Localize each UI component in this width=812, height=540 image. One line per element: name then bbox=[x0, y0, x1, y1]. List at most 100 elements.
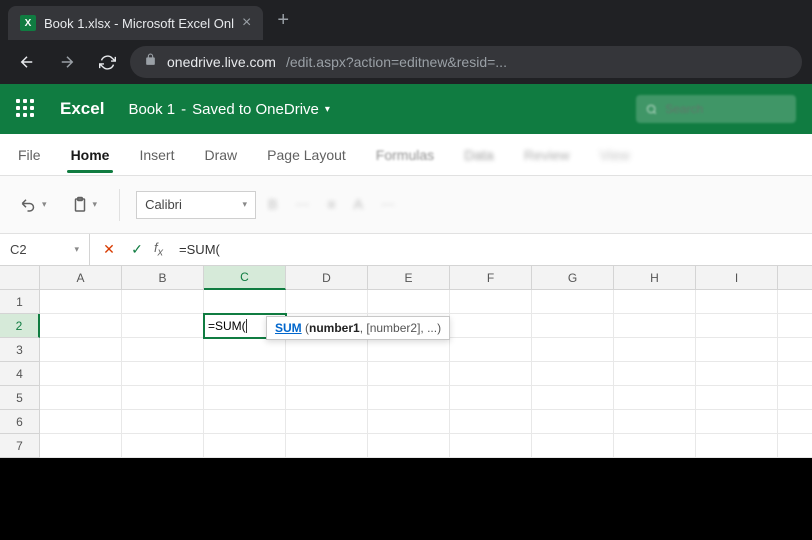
column-header[interactable]: D bbox=[286, 266, 368, 290]
row-header[interactable]: 5 bbox=[0, 386, 40, 410]
cell[interactable] bbox=[450, 314, 532, 338]
cell[interactable] bbox=[40, 290, 122, 314]
formula-input[interactable] bbox=[175, 242, 812, 257]
cell[interactable] bbox=[450, 386, 532, 410]
cell[interactable] bbox=[614, 434, 696, 458]
column-header[interactable]: E bbox=[368, 266, 450, 290]
cell[interactable] bbox=[614, 386, 696, 410]
cell[interactable] bbox=[778, 290, 812, 314]
column-header[interactable]: F bbox=[450, 266, 532, 290]
cell[interactable] bbox=[286, 386, 368, 410]
search-box[interactable] bbox=[636, 95, 796, 123]
cell[interactable] bbox=[368, 410, 450, 434]
cell[interactable] bbox=[696, 314, 778, 338]
row-header[interactable]: 3 bbox=[0, 338, 40, 362]
cell[interactable] bbox=[122, 410, 204, 434]
column-header[interactable]: A bbox=[40, 266, 122, 290]
tab-page-layout[interactable]: Page Layout bbox=[261, 137, 352, 173]
document-title[interactable]: Book 1 - Saved to OneDrive ▾ bbox=[128, 101, 329, 118]
cell[interactable] bbox=[40, 386, 122, 410]
tab-file[interactable]: File bbox=[12, 137, 47, 173]
tab-data[interactable]: Data bbox=[458, 137, 500, 173]
row-header[interactable]: 2 bbox=[0, 314, 40, 338]
cell[interactable] bbox=[122, 434, 204, 458]
column-header[interactable]: G bbox=[532, 266, 614, 290]
name-box[interactable]: C2 ▾ bbox=[0, 234, 90, 265]
browser-tab[interactable]: X Book 1.xlsx - Microsoft Excel Onl × bbox=[8, 6, 263, 40]
column-header[interactable]: H bbox=[614, 266, 696, 290]
reload-button[interactable] bbox=[90, 45, 124, 79]
tooltip-fn-link[interactable]: SUM bbox=[275, 321, 302, 335]
cell[interactable] bbox=[614, 362, 696, 386]
search-input[interactable] bbox=[665, 102, 786, 116]
column-header[interactable]: C bbox=[204, 266, 286, 290]
cell[interactable] bbox=[122, 386, 204, 410]
cell[interactable] bbox=[450, 362, 532, 386]
cell[interactable] bbox=[40, 410, 122, 434]
row-header[interactable]: 7 bbox=[0, 434, 40, 458]
cell[interactable] bbox=[778, 434, 812, 458]
url-box[interactable]: onedrive.live.com /edit.aspx?action=edit… bbox=[130, 46, 802, 78]
cell[interactable] bbox=[204, 434, 286, 458]
cell[interactable] bbox=[778, 362, 812, 386]
cell[interactable] bbox=[368, 290, 450, 314]
cell[interactable] bbox=[368, 362, 450, 386]
cell[interactable] bbox=[204, 410, 286, 434]
cell[interactable] bbox=[532, 290, 614, 314]
column-header[interactable]: J bbox=[778, 266, 812, 290]
cell[interactable] bbox=[778, 386, 812, 410]
cancel-formula-button[interactable]: ✕ bbox=[96, 237, 122, 263]
cell[interactable] bbox=[532, 386, 614, 410]
cell[interactable] bbox=[532, 434, 614, 458]
cell[interactable] bbox=[286, 362, 368, 386]
cell[interactable] bbox=[368, 338, 450, 362]
cell[interactable] bbox=[778, 338, 812, 362]
cell[interactable] bbox=[368, 386, 450, 410]
cell[interactable] bbox=[614, 290, 696, 314]
cell[interactable] bbox=[778, 314, 812, 338]
cell[interactable] bbox=[614, 338, 696, 362]
paste-button[interactable]: ▾ bbox=[65, 191, 104, 219]
close-icon[interactable]: × bbox=[242, 14, 251, 32]
cell[interactable] bbox=[614, 410, 696, 434]
cell[interactable] bbox=[122, 362, 204, 386]
cell[interactable] bbox=[40, 338, 122, 362]
column-header[interactable]: B bbox=[122, 266, 204, 290]
forward-button[interactable] bbox=[50, 45, 84, 79]
column-header[interactable]: I bbox=[696, 266, 778, 290]
cell[interactable] bbox=[614, 314, 696, 338]
cell[interactable] bbox=[40, 434, 122, 458]
cell[interactable] bbox=[532, 362, 614, 386]
tab-formulas[interactable]: Formulas bbox=[370, 137, 440, 173]
cell[interactable] bbox=[204, 362, 286, 386]
back-button[interactable] bbox=[10, 45, 44, 79]
cell[interactable] bbox=[286, 338, 368, 362]
row-header[interactable]: 6 bbox=[0, 410, 40, 434]
tab-draw[interactable]: Draw bbox=[198, 137, 243, 173]
cell[interactable] bbox=[696, 338, 778, 362]
select-all-corner[interactable] bbox=[0, 266, 40, 290]
cell[interactable] bbox=[696, 386, 778, 410]
cell[interactable] bbox=[532, 314, 614, 338]
cell[interactable] bbox=[450, 290, 532, 314]
cell[interactable] bbox=[778, 410, 812, 434]
tab-home[interactable]: Home bbox=[65, 137, 116, 173]
cell[interactable] bbox=[450, 410, 532, 434]
app-launcher-icon[interactable] bbox=[16, 99, 36, 119]
cell[interactable] bbox=[532, 410, 614, 434]
cell[interactable] bbox=[204, 386, 286, 410]
font-selector[interactable]: Calibri ▾ bbox=[136, 191, 256, 219]
tab-review[interactable]: Review bbox=[518, 137, 576, 173]
fx-icon[interactable]: fx bbox=[154, 240, 163, 259]
row-header[interactable]: 1 bbox=[0, 290, 40, 314]
cell[interactable] bbox=[450, 338, 532, 362]
tab-view[interactable]: View bbox=[594, 137, 636, 173]
cell[interactable] bbox=[368, 434, 450, 458]
cell[interactable] bbox=[122, 290, 204, 314]
cell[interactable] bbox=[450, 434, 532, 458]
cell[interactable] bbox=[696, 362, 778, 386]
tab-insert[interactable]: Insert bbox=[133, 137, 180, 173]
cell[interactable] bbox=[532, 338, 614, 362]
new-tab-button[interactable]: + bbox=[277, 9, 289, 32]
cell[interactable] bbox=[204, 290, 286, 314]
